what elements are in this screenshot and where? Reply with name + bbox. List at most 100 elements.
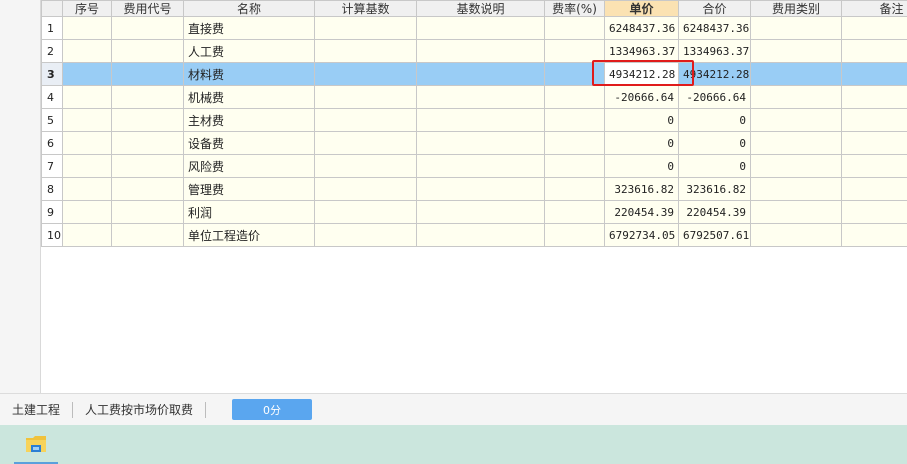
fee-code-cell[interactable]	[111, 39, 184, 63]
table-row[interactable]: 2 人工费 1334963.37 1334963.37	[41, 39, 907, 63]
fee-category-cell[interactable]	[750, 62, 842, 86]
calc-base-cell[interactable]	[314, 85, 417, 109]
fee-code-cell[interactable]	[111, 108, 184, 132]
remark-cell[interactable]	[841, 85, 907, 109]
name-cell[interactable]: 利润	[183, 200, 315, 224]
table-row[interactable]: 6 设备费 0 0	[41, 131, 907, 155]
fee-code-cell[interactable]	[111, 154, 184, 178]
seq-cell[interactable]	[62, 62, 112, 86]
unit-price-cell[interactable]: 0	[604, 131, 679, 155]
base-desc-cell[interactable]	[416, 200, 545, 224]
base-desc-cell[interactable]	[416, 85, 545, 109]
fee-code-cell[interactable]	[111, 62, 184, 86]
seq-cell[interactable]	[62, 16, 112, 40]
column-header[interactable]: 合价	[678, 0, 751, 17]
unit-price-cell[interactable]: 220454.39	[604, 200, 679, 224]
column-header[interactable]: 费用代号	[111, 0, 184, 17]
total-price-cell[interactable]: 4934212.28	[678, 62, 751, 86]
row-number[interactable]: 4	[41, 85, 63, 109]
name-cell[interactable]: 单位工程造价	[183, 223, 315, 247]
status-mode-label[interactable]: 人工费按市场价取费	[73, 401, 205, 418]
column-header[interactable]: 基数说明	[416, 0, 545, 17]
rate-cell[interactable]	[544, 223, 605, 247]
seq-cell[interactable]	[62, 108, 112, 132]
name-cell[interactable]: 直接费	[183, 16, 315, 40]
unit-price-cell[interactable]: -20666.64	[604, 85, 679, 109]
remark-cell[interactable]	[841, 223, 907, 247]
fee-code-cell[interactable]	[111, 131, 184, 155]
fee-code-cell[interactable]	[111, 177, 184, 201]
column-header[interactable]: 单价	[604, 0, 679, 17]
total-price-cell[interactable]: 0	[678, 108, 751, 132]
rate-cell[interactable]	[544, 154, 605, 178]
rate-cell[interactable]	[544, 108, 605, 132]
table-row[interactable]: 1 直接费 6248437.36 6248437.36	[41, 16, 907, 40]
fee-code-cell[interactable]	[111, 223, 184, 247]
total-price-cell[interactable]: 323616.82	[678, 177, 751, 201]
row-number[interactable]: 2	[41, 39, 63, 63]
seq-cell[interactable]	[62, 200, 112, 224]
seq-cell[interactable]	[62, 223, 112, 247]
fee-code-cell[interactable]	[111, 200, 184, 224]
calc-base-cell[interactable]	[314, 62, 417, 86]
table-row[interactable]: 3 材料费 4934212.28 4934212.28	[41, 62, 907, 86]
fee-category-cell[interactable]	[750, 108, 842, 132]
table-row[interactable]: 7 风险费 0 0	[41, 154, 907, 178]
row-number[interactable]: 6	[41, 131, 63, 155]
column-header[interactable]: 序号	[62, 0, 112, 17]
base-desc-cell[interactable]	[416, 16, 545, 40]
fee-category-cell[interactable]	[750, 154, 842, 178]
seq-cell[interactable]	[62, 177, 112, 201]
remark-cell[interactable]	[841, 131, 907, 155]
fee-category-cell[interactable]	[750, 131, 842, 155]
base-desc-cell[interactable]	[416, 62, 545, 86]
remark-cell[interactable]	[841, 200, 907, 224]
fee-code-cell[interactable]	[111, 16, 184, 40]
base-desc-cell[interactable]	[416, 108, 545, 132]
calc-base-cell[interactable]	[314, 108, 417, 132]
seq-cell[interactable]	[62, 39, 112, 63]
total-price-cell[interactable]: 1334963.37	[678, 39, 751, 63]
unit-price-cell[interactable]: 0	[604, 108, 679, 132]
unit-price-cell[interactable]: 323616.82	[604, 177, 679, 201]
column-header[interactable]: 费率(%)	[544, 0, 605, 17]
remark-cell[interactable]	[841, 16, 907, 40]
column-header[interactable]: 名称	[183, 0, 315, 17]
row-number[interactable]: 1	[41, 16, 63, 40]
name-cell[interactable]: 人工费	[183, 39, 315, 63]
name-cell[interactable]: 机械费	[183, 85, 315, 109]
base-desc-cell[interactable]	[416, 154, 545, 178]
total-price-cell[interactable]: 0	[678, 131, 751, 155]
fee-category-cell[interactable]	[750, 200, 842, 224]
table-row[interactable]: 5 主材费 0 0	[41, 108, 907, 132]
rate-cell[interactable]	[544, 39, 605, 63]
unit-price-cell[interactable]: 6792734.05	[604, 223, 679, 247]
row-number[interactable]: 5	[41, 108, 63, 132]
remark-cell[interactable]	[841, 177, 907, 201]
fee-category-cell[interactable]	[750, 223, 842, 247]
unit-price-cell[interactable]: 6248437.36	[604, 16, 679, 40]
status-project-label[interactable]: 土建工程	[0, 401, 72, 418]
fee-category-cell[interactable]	[750, 16, 842, 40]
row-number[interactable]: 9	[41, 200, 63, 224]
base-desc-cell[interactable]	[416, 39, 545, 63]
calc-base-cell[interactable]	[314, 154, 417, 178]
remark-cell[interactable]	[841, 154, 907, 178]
base-desc-cell[interactable]	[416, 177, 545, 201]
calc-base-cell[interactable]	[314, 131, 417, 155]
name-cell[interactable]: 管理费	[183, 177, 315, 201]
column-header[interactable]: 费用类别	[750, 0, 842, 17]
total-price-cell[interactable]: 6248437.36	[678, 16, 751, 40]
name-cell[interactable]: 材料费	[183, 62, 315, 86]
unit-price-cell[interactable]: 1334963.37	[604, 39, 679, 63]
calc-base-cell[interactable]	[314, 223, 417, 247]
seq-cell[interactable]	[62, 85, 112, 109]
total-price-cell[interactable]: 0	[678, 154, 751, 178]
name-cell[interactable]: 设备费	[183, 131, 315, 155]
calc-base-cell[interactable]	[314, 177, 417, 201]
rate-cell[interactable]	[544, 131, 605, 155]
calc-base-cell[interactable]	[314, 200, 417, 224]
table-row[interactable]: 4 机械费 -20666.64 -20666.64	[41, 85, 907, 109]
fee-code-cell[interactable]	[111, 85, 184, 109]
rate-cell[interactable]	[544, 177, 605, 201]
